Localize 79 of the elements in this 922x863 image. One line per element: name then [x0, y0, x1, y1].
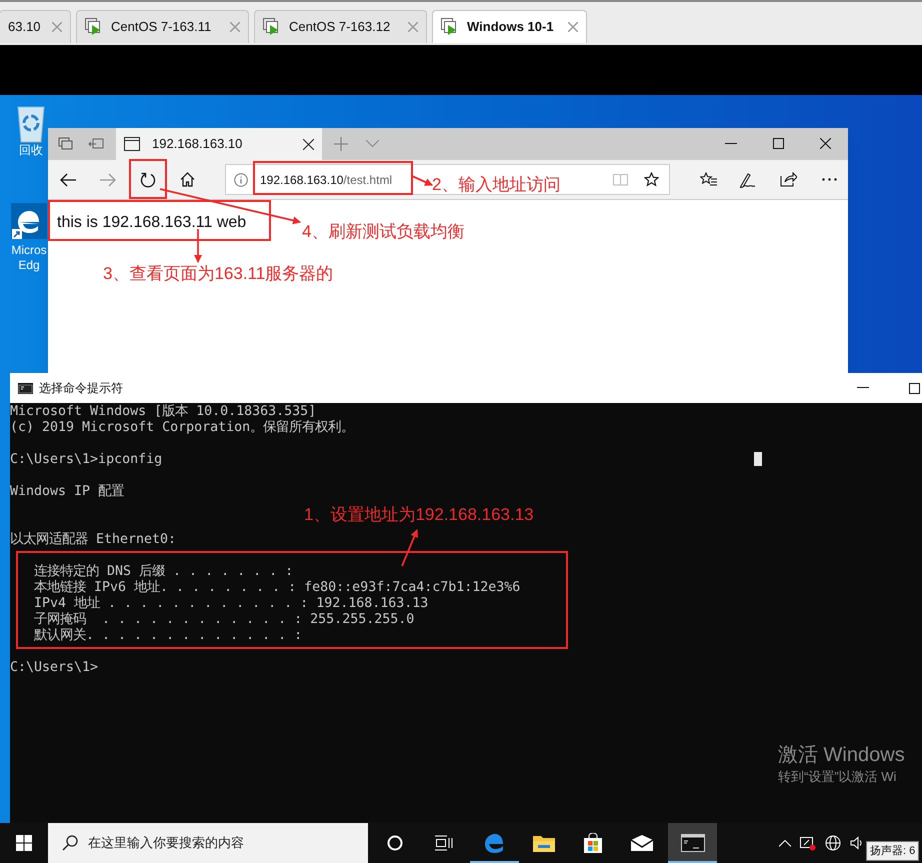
console-line: Windows IP 配置 [10, 484, 124, 500]
browser-tab[interactable]: 192.168.163.10 [116, 128, 322, 160]
edge-icon [484, 832, 506, 854]
vm-tab[interactable]: CentOS 7-163.11 [76, 10, 249, 43]
refresh-icon[interactable] [140, 172, 156, 188]
console-line: 以太网适配器 Ethernet0: [10, 532, 176, 548]
vm-tab-label: CentOS 7-163.12 [289, 18, 392, 36]
console-line: 本地链接 IPv6 地址. . . . . . . . : fe80::e93f:7ca4:c7b1:12e3%6 [33, 580, 520, 596]
console-line: 默认网关. . . . . . . . . . . . . : [33, 628, 302, 644]
console-app-icon [18, 382, 33, 394]
minimize-icon[interactable] [857, 387, 869, 389]
annotation-text: 4、刷新测试负载均衡 [302, 221, 464, 243]
star-icon[interactable] [644, 172, 659, 187]
icon-label: Edg [18, 258, 40, 273]
activation-heading: 激活 Windows [778, 743, 905, 767]
vm-tab-label: Windows 10-1 [467, 18, 555, 36]
annotation-arrow [401, 529, 418, 566]
tabs-aside-icon[interactable] [58, 137, 74, 151]
windows-logo-icon[interactable] [16, 835, 32, 851]
shopping-bag-icon [582, 833, 602, 853]
tooltip: 扬声器: 6 [866, 841, 920, 861]
annotation-text: 2、输入地址访问 [432, 174, 560, 196]
maximize-icon[interactable] [909, 382, 920, 394]
page-text: this is 192.168.163.11 web [57, 214, 246, 231]
more-icon[interactable] [822, 178, 837, 181]
console-line: IPv4 地址 . . . . . . . . . . . . : 192.168.163.13 [33, 596, 428, 612]
annotation-text: 3、查看页面为163.11服务器的 [103, 263, 334, 285]
speaker-icon[interactable] [850, 836, 864, 850]
network-warning-icon[interactable] [800, 836, 816, 850]
share-icon[interactable] [780, 172, 797, 187]
search-input[interactable]: 在这里输入你要搜索的内容 [88, 833, 358, 853]
back-icon[interactable] [60, 172, 76, 186]
icon-label: 回收 [19, 143, 43, 158]
activation-hint: 转到“设置”以激活 Wi [778, 768, 898, 786]
favorites-icon[interactable] [700, 172, 717, 187]
folder-icon [532, 834, 554, 852]
console-icon [680, 834, 704, 852]
forward-icon[interactable] [100, 172, 116, 186]
vm-tab-label: CentOS 7-163.11 [111, 18, 212, 36]
annotation-arrow [194, 229, 202, 263]
page-icon [124, 137, 140, 151]
text-cursor [754, 452, 762, 466]
console-line: Microsoft Windows [版本 10.0.18363.535] [10, 404, 316, 420]
vm-icon [263, 18, 281, 36]
home-icon[interactable] [180, 172, 195, 187]
search-field[interactable]: 在这里输入你要搜索的内容 [48, 823, 368, 863]
task-view-icon [434, 835, 452, 851]
vm-tab-label: 63.10 [8, 18, 42, 36]
annotation-arrow [412, 175, 433, 186]
globe-icon[interactable] [825, 835, 841, 851]
window-title: 选择命令提示符 [39, 380, 123, 397]
vm-tab[interactable]: CentOS 7-163.12 [254, 10, 427, 43]
tab-back-icon[interactable] [88, 138, 104, 150]
vm-icon [441, 18, 459, 36]
maximize-icon[interactable] [773, 138, 784, 149]
taskbar-app[interactable] [668, 823, 717, 863]
console-line: 连接特定的 DNS 后缀 . . . . . . . : [33, 564, 294, 580]
console-line: C:\Users\1> [10, 660, 98, 676]
vm-tab[interactable]: 63.10 [0, 10, 71, 43]
search-icon [62, 835, 78, 851]
minimize-icon[interactable] [725, 143, 737, 145]
close-icon[interactable] [303, 138, 314, 150]
pen-icon[interactable] [739, 172, 756, 188]
new-tab-icon[interactable] [334, 137, 348, 151]
icon-label: Micros [11, 243, 47, 258]
url-host: 192.168.163.10 [260, 172, 344, 188]
console-line: C:\Users\1>ipconfig [10, 452, 162, 468]
url-path: /test.html [343, 172, 392, 188]
tab-title: 192.168.163.10 [152, 135, 244, 154]
console-line: 子网掩码 . . . . . . . . . . . . : 255.255.255.0 [33, 612, 414, 628]
info-icon [234, 172, 248, 186]
chevron-up-icon[interactable] [779, 840, 791, 846]
close-icon[interactable] [820, 138, 831, 149]
circle-icon [386, 835, 402, 851]
console-line: (c) 2019 Microsoft Corporation。保留所有权利。 [10, 420, 354, 436]
annotation-text: 1、设置地址为192.168.163.13 [304, 504, 534, 526]
vm-tab[interactable]: Windows 10-1 [432, 10, 587, 43]
envelope-icon [630, 835, 652, 851]
vm-icon [85, 18, 103, 36]
